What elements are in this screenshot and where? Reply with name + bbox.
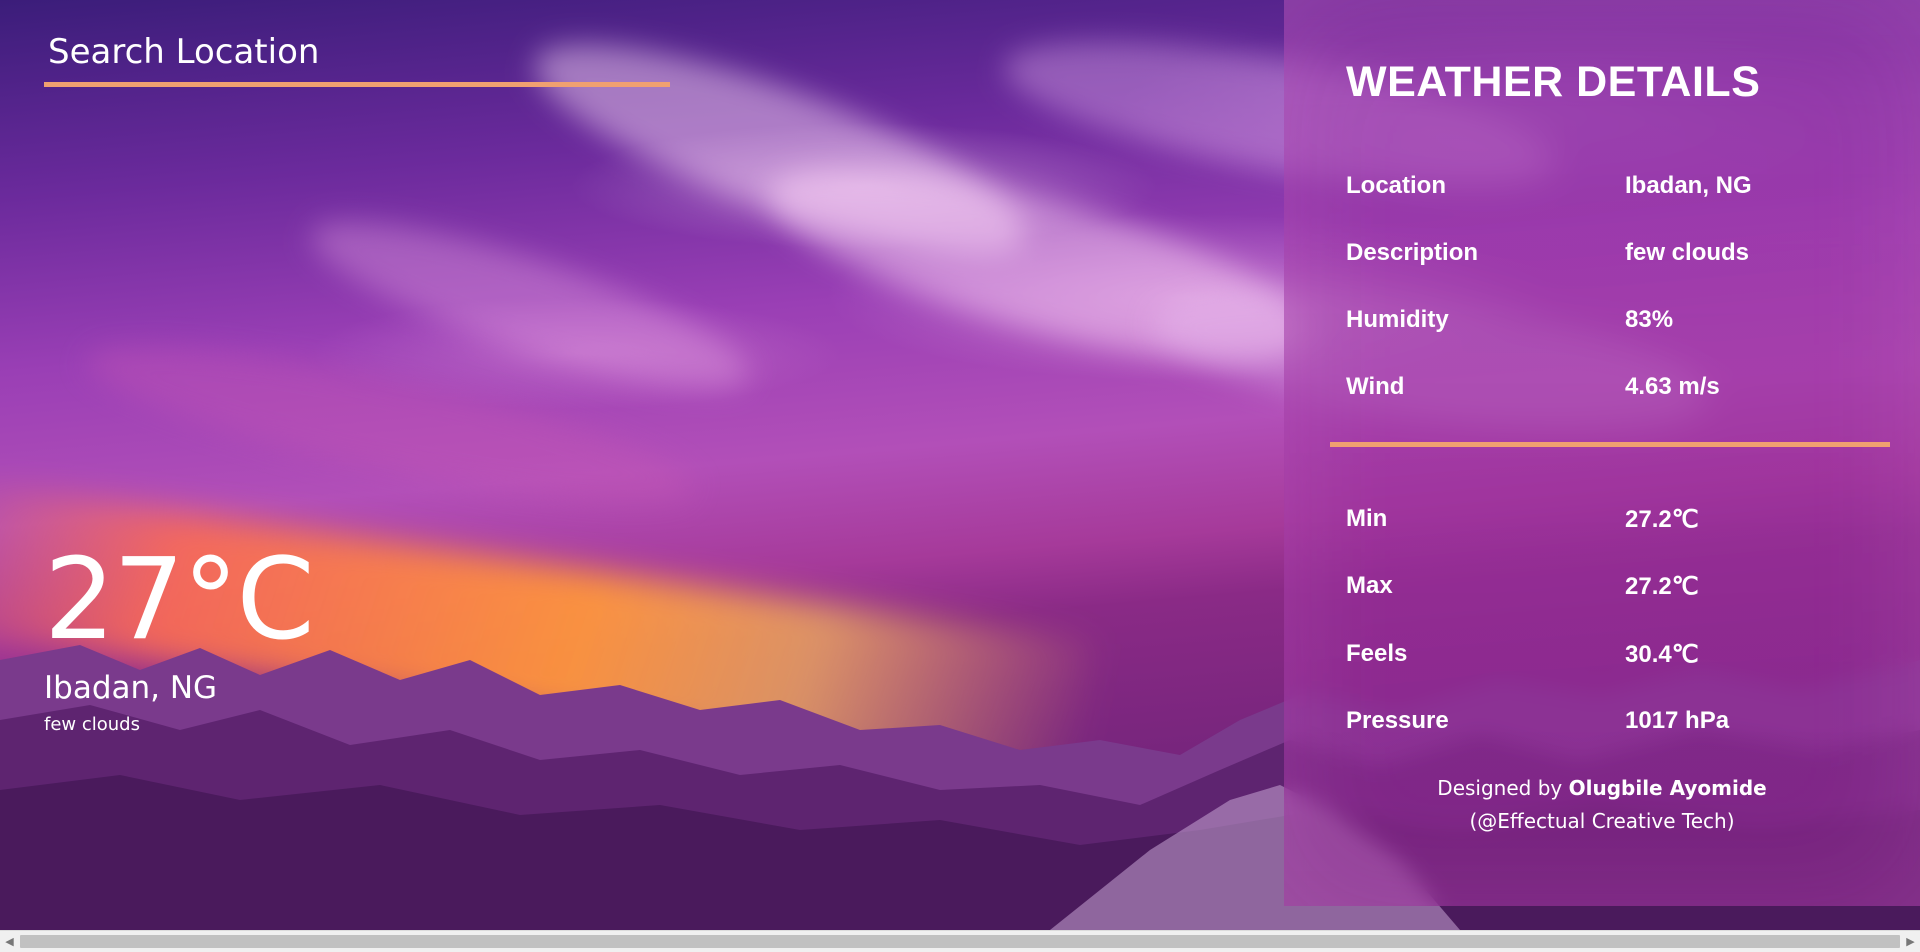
- designer-credit: Designed by Olugbile Ayomide: [1284, 776, 1920, 800]
- detail-label: Wind: [1346, 373, 1405, 400]
- detail-label: Max: [1346, 572, 1393, 599]
- current-city: Ibadan, NG: [44, 670, 218, 706]
- scrollbar-thumb[interactable]: [20, 935, 1900, 948]
- horizontal-scrollbar[interactable]: ◀ ▶: [0, 930, 1920, 952]
- search-underline: [44, 82, 670, 87]
- detail-label: Location: [1346, 172, 1446, 199]
- detail-row-location: Location Ibadan, NG: [1346, 172, 1866, 200]
- detail-value: 27.2℃: [1625, 573, 1699, 600]
- credit-prefix: Designed by: [1437, 776, 1563, 800]
- weather-details-panel: WEATHER DETAILS Location Ibadan, NG Desc…: [1284, 0, 1920, 906]
- current-temperature: 27°C: [44, 535, 315, 665]
- details-divider: [1330, 442, 1890, 447]
- detail-row-feels: Feels 30.4℃: [1346, 640, 1866, 669]
- detail-value: 83%: [1625, 306, 1674, 333]
- detail-value: 27.2℃: [1625, 506, 1699, 533]
- search-bar: [44, 22, 670, 87]
- current-weather: 27°C Ibadan, NG few clouds: [44, 535, 315, 735]
- credit-name: Olugbile Ayomide: [1568, 776, 1767, 800]
- detail-row-max: Max 27.2℃: [1346, 572, 1866, 601]
- search-input[interactable]: [44, 22, 670, 82]
- detail-label: Pressure: [1346, 707, 1449, 734]
- detail-row-wind: Wind 4.63 m/s: [1346, 373, 1866, 401]
- detail-value: few clouds: [1625, 239, 1750, 266]
- detail-label: Feels: [1346, 640, 1408, 667]
- designer-handle-line: (@Effectual Creative Tech): [1284, 809, 1920, 833]
- detail-label: Humidity: [1346, 306, 1449, 333]
- detail-value: 4.63 m/s: [1625, 373, 1720, 400]
- scroll-left-arrow-icon[interactable]: ◀: [1, 931, 18, 952]
- detail-value: 30.4℃: [1625, 641, 1699, 668]
- detail-row-min: Min 27.2℃: [1346, 505, 1866, 534]
- detail-value: Ibadan, NG: [1625, 172, 1752, 199]
- detail-row-description: Description few clouds: [1346, 239, 1866, 267]
- current-description: few clouds: [44, 714, 140, 735]
- detail-row-pressure: Pressure 1017 hPa: [1346, 707, 1866, 735]
- detail-value: 1017 hPa: [1625, 707, 1730, 734]
- detail-label: Description: [1346, 239, 1479, 266]
- credit-handle: (@Effectual Creative Tech): [1469, 809, 1735, 833]
- scroll-right-arrow-icon[interactable]: ▶: [1902, 931, 1919, 952]
- detail-label: Min: [1346, 505, 1388, 532]
- panel-title: WEATHER DETAILS: [1346, 58, 1761, 106]
- detail-row-humidity: Humidity 83%: [1346, 306, 1866, 334]
